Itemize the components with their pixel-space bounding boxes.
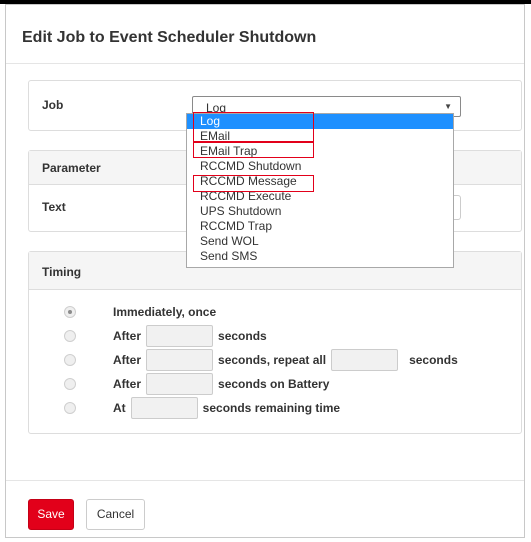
dropdown-option-rccmd-trap[interactable]: RCCMD Trap <box>187 219 453 234</box>
edit-job-dialog: Edit Job to Event Scheduler Shutdown Job… <box>5 4 525 538</box>
timing-row-immediately: Immediately, once <box>64 301 216 323</box>
dropdown-option-send-sms[interactable]: Send SMS <box>187 249 453 264</box>
cancel-button[interactable]: Cancel <box>86 499 145 530</box>
radio-after-battery[interactable] <box>64 378 76 390</box>
timing-panel: Timing Immediately, once After seconds A… <box>28 251 522 434</box>
radio-immediately[interactable] <box>64 306 76 318</box>
timing-row-after: After seconds <box>64 325 267 347</box>
save-button[interactable]: Save <box>28 499 74 530</box>
after-repeat-seconds-input[interactable] <box>146 349 214 371</box>
highlight-box-log-email <box>193 112 314 143</box>
timing-row-after-repeat: After seconds, repeat all seconds <box>64 349 458 371</box>
dialog-title: Edit Job to Event Scheduler Shutdown <box>22 29 317 46</box>
dropdown-option-send-wol[interactable]: Send WOL <box>187 234 453 249</box>
immediately-label: Immediately, once <box>113 305 217 319</box>
dropdown-option-rccmd-shutdown[interactable]: RCCMD Shutdown <box>187 159 453 174</box>
radio-at-remaining[interactable] <box>64 402 76 414</box>
title-divider <box>6 63 524 64</box>
timing-row-after-battery: After seconds on Battery <box>64 373 329 395</box>
timing-row-at-remaining: At seconds remaining time <box>64 397 340 419</box>
highlight-box-email-trap <box>193 141 314 158</box>
text-label: Text <box>42 200 66 214</box>
after-suffix: seconds <box>218 329 267 343</box>
after-battery-suffix: seconds on Battery <box>218 377 330 391</box>
at-remaining-prefix: At <box>113 401 126 415</box>
repeat-all-seconds-input[interactable] <box>331 349 399 371</box>
after-battery-seconds-input[interactable] <box>146 373 214 395</box>
after-repeat-middle: seconds, repeat all <box>218 353 327 367</box>
at-remaining-suffix: seconds remaining time <box>202 401 341 415</box>
after-repeat-prefix: After <box>113 353 142 367</box>
footer-divider <box>6 480 524 481</box>
after-seconds-input[interactable] <box>146 325 214 347</box>
radio-after-repeat[interactable] <box>64 354 76 366</box>
after-battery-prefix: After <box>113 377 142 391</box>
radio-after[interactable] <box>64 330 76 342</box>
at-remaining-seconds-input[interactable] <box>130 397 198 419</box>
caret-down-icon: ▼ <box>444 102 452 111</box>
highlight-box-rccmd-message <box>193 175 314 192</box>
after-repeat-suffix: seconds <box>409 353 458 367</box>
after-prefix: After <box>113 329 142 343</box>
dropdown-option-ups-shutdown[interactable]: UPS Shutdown <box>187 204 453 219</box>
job-label: Job <box>42 98 64 112</box>
